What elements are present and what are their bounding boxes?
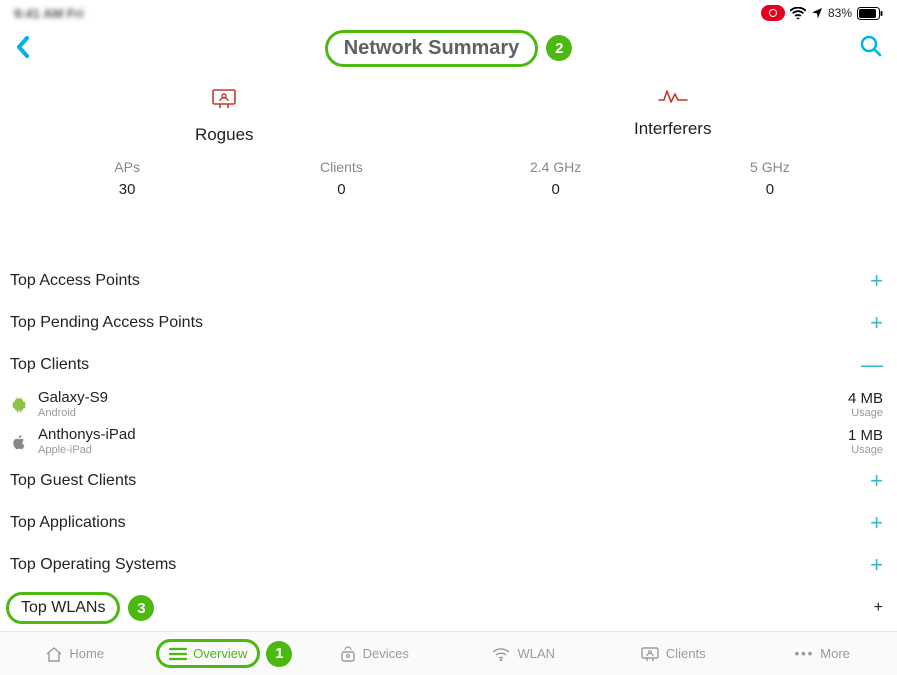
tab-label: Devices bbox=[363, 646, 409, 661]
client-os: Android bbox=[38, 407, 108, 419]
callout-badge-3: 3 bbox=[128, 595, 154, 621]
stat-aps-label: APs bbox=[20, 159, 234, 175]
rogues-card[interactable]: Rogues bbox=[124, 88, 324, 145]
interferers-label: Interferers bbox=[634, 119, 711, 139]
devices-icon bbox=[339, 646, 357, 662]
section-label: Top Access Points bbox=[10, 272, 140, 290]
section-label: Top Guest Clients bbox=[10, 472, 136, 490]
back-button[interactable] bbox=[14, 34, 32, 65]
client-usage-label: Usage bbox=[848, 407, 883, 419]
client-os: Apple-iPad bbox=[38, 444, 136, 456]
section-label: Top Applications bbox=[10, 514, 126, 532]
overview-menu-icon bbox=[169, 647, 187, 661]
section-top-os[interactable]: Top Operating Systems + bbox=[0, 544, 897, 586]
expand-icon[interactable]: + bbox=[870, 310, 883, 336]
clients-icon bbox=[640, 646, 660, 662]
stats-row: APs 30 Clients 0 2.4 GHz 0 5 GHz 0 bbox=[0, 159, 897, 198]
collapse-icon[interactable]: — bbox=[861, 352, 883, 378]
rogue-icon bbox=[211, 88, 237, 115]
section-top-applications[interactable]: Top Applications + bbox=[0, 502, 897, 544]
client-usage: 4 MB bbox=[848, 390, 883, 407]
apple-icon bbox=[10, 434, 28, 450]
expand-icon[interactable]: + bbox=[874, 599, 883, 617]
tab-label: More bbox=[820, 646, 850, 661]
section-top-aps[interactable]: Top Access Points + bbox=[0, 260, 897, 302]
client-name: Galaxy-S9 bbox=[38, 390, 108, 407]
search-button[interactable] bbox=[859, 34, 883, 63]
stat-5ghz-value: 0 bbox=[663, 181, 877, 198]
client-usage: 1 MB bbox=[848, 427, 883, 444]
interferers-card[interactable]: Interferers bbox=[573, 88, 773, 145]
tab-label: Clients bbox=[666, 646, 706, 661]
expand-icon[interactable]: + bbox=[870, 268, 883, 294]
section-top-wlans[interactable]: Top WLANs 3 + bbox=[0, 586, 897, 630]
section-label: Top Pending Access Points bbox=[10, 314, 203, 332]
stat-clients-label: Clients bbox=[234, 159, 448, 175]
tab-wlan[interactable]: WLAN bbox=[449, 646, 599, 662]
stat-clients: Clients 0 bbox=[234, 159, 448, 198]
section-top-clients[interactable]: Top Clients — bbox=[0, 344, 897, 386]
interferers-icon bbox=[658, 88, 688, 109]
client-name: Anthonys-iPad bbox=[38, 427, 136, 444]
tab-home[interactable]: Home bbox=[0, 646, 150, 662]
stat-24ghz-label: 2.4 GHz bbox=[449, 159, 663, 175]
android-icon bbox=[10, 397, 28, 413]
tab-clients[interactable]: Clients bbox=[598, 646, 748, 662]
tab-label: WLAN bbox=[517, 646, 555, 661]
callout-badge-2: 2 bbox=[546, 35, 572, 61]
stat-clients-value: 0 bbox=[234, 181, 448, 198]
header: Network Summary 2 bbox=[0, 26, 897, 70]
rogues-label: Rogues bbox=[195, 125, 254, 145]
location-icon bbox=[811, 7, 823, 19]
client-usage-label: Usage bbox=[848, 444, 883, 456]
stat-aps: APs 30 bbox=[20, 159, 234, 198]
tab-bar: Home Overview 1 Devices WLAN Clients bbox=[0, 631, 897, 675]
page-title: Network Summary bbox=[325, 30, 539, 67]
home-icon bbox=[45, 646, 63, 662]
section-label: Top WLANs bbox=[6, 592, 120, 624]
callout-badge-1: 1 bbox=[266, 641, 292, 667]
battery-percent: 83% bbox=[828, 6, 852, 20]
section-label: Top Operating Systems bbox=[10, 556, 176, 574]
battery-icon bbox=[857, 7, 883, 20]
client-row[interactable]: Galaxy-S9 Android 4 MB Usage bbox=[0, 386, 897, 423]
status-time: 9:41 AM Fri bbox=[14, 6, 84, 21]
stat-24ghz: 2.4 GHz 0 bbox=[449, 159, 663, 198]
tab-label: Overview bbox=[193, 646, 247, 661]
tab-devices[interactable]: Devices bbox=[299, 646, 449, 662]
summary-row: Rogues Interferers bbox=[0, 88, 897, 145]
expand-icon[interactable]: + bbox=[870, 468, 883, 494]
stat-aps-value: 30 bbox=[20, 181, 234, 198]
screen-record-indicator bbox=[761, 5, 785, 21]
title-wrap: Network Summary 2 bbox=[325, 30, 573, 67]
status-right: 83% bbox=[761, 5, 883, 21]
tab-label: Home bbox=[69, 646, 104, 661]
stat-24ghz-value: 0 bbox=[449, 181, 663, 198]
wifi-icon bbox=[790, 7, 806, 19]
status-bar: 9:41 AM Fri 83% bbox=[0, 0, 897, 22]
stat-5ghz-label: 5 GHz bbox=[663, 159, 877, 175]
expand-icon[interactable]: + bbox=[870, 552, 883, 578]
section-top-guest-clients[interactable]: Top Guest Clients + bbox=[0, 460, 897, 502]
more-icon: ••• bbox=[795, 646, 815, 661]
client-row[interactable]: Anthonys-iPad Apple-iPad 1 MB Usage bbox=[0, 423, 897, 460]
stat-5ghz: 5 GHz 0 bbox=[663, 159, 877, 198]
sections-list: Top Access Points + Top Pending Access P… bbox=[0, 260, 897, 630]
wlan-icon bbox=[491, 646, 511, 662]
section-top-pending-aps[interactable]: Top Pending Access Points + bbox=[0, 302, 897, 344]
section-label: Top Clients bbox=[10, 356, 89, 374]
tab-more[interactable]: ••• More bbox=[748, 646, 897, 661]
expand-icon[interactable]: + bbox=[870, 510, 883, 536]
tab-overview[interactable]: Overview 1 bbox=[150, 639, 300, 668]
